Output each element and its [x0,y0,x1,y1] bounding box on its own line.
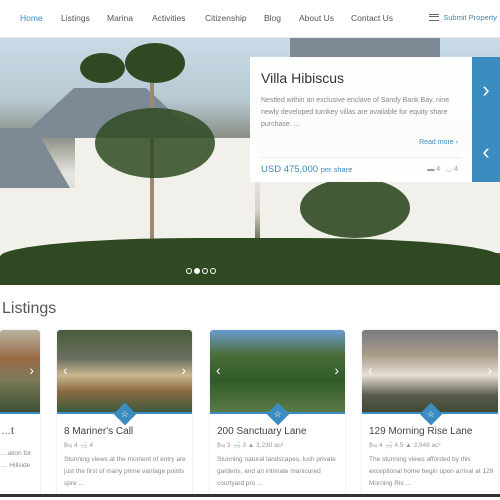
hero-roof-right [290,38,440,58]
nav-activities[interactable]: Activities [152,13,186,23]
submit-property-button[interactable]: Submit Property [429,13,497,22]
listing-title[interactable]: 200 Sanctuary Lane [217,426,307,437]
listing-specs: 🛏 3 🛁 3 ▲ 3,230 ac² [217,442,284,449]
next-image-icon[interactable]: › [487,362,492,378]
next-image-icon[interactable]: › [181,362,186,378]
listing-card[interactable]: ‹ › ☆ 8 Mariner's Call 🛏 4 🛁 4 Stunning … [57,330,192,494]
bath-icon: ◡ [446,166,453,173]
menu-icon [429,14,440,21]
submit-property-label: Submit Property [443,13,497,22]
next-image-icon[interactable]: › [334,362,339,378]
prev-image-icon[interactable]: ‹ [368,362,373,378]
top-nav: Home Listings Marina Activities Citizens… [0,0,500,38]
next-slide-button[interactable]: › [472,57,500,122]
listing-card[interactable]: › …t …ation for … Hillside [0,330,40,494]
listing-image[interactable] [0,330,40,414]
shrubs [0,238,500,285]
next-image-icon[interactable]: › [29,362,34,378]
read-more-link[interactable]: Read more › [419,139,458,146]
divider [261,157,461,158]
listing-card[interactable]: ‹ › ☆ 129 Morning Rise Lane 🛏 4 🛁 4.5 ▲ … [362,330,498,494]
listing-description: …ation for … Hillside [1,450,31,469]
bottom-bar [0,494,500,497]
nav-contact-us[interactable]: Contact Us [351,13,393,23]
nav-about-us[interactable]: About Us [299,13,334,23]
palm-tree [95,108,215,178]
palm-tree [300,178,410,238]
featured-specs: ▬ 4 ◡ 4 [427,166,458,173]
listing-specs: 🛏 4 🛁 4 [64,442,93,449]
featured-title[interactable]: Villa Hibiscus [261,70,344,86]
listing-image[interactable] [362,330,498,414]
nav-listings[interactable]: Listings [61,13,90,23]
palm-tree [80,53,125,83]
slide-indicators [186,268,216,274]
prev-image-icon[interactable]: ‹ [216,362,221,378]
listing-description: Stunning views at the moment of entry ar… [64,456,186,487]
featured-property-card: Villa Hibiscus Nestled within an exclusi… [250,57,472,182]
nav-citizenship[interactable]: Citizenship [205,13,247,23]
bed-icon: ▬ [427,166,435,173]
slide-dot[interactable] [202,268,208,274]
section-title: Listings [2,300,57,317]
listing-specs: 🛏 4 🛁 4.5 ▲ 3,948 ac² [369,442,441,449]
listing-description: Stunning natural landscapes, lush privat… [217,456,336,487]
featured-description: Nestled within an exclusive enclave of S… [261,97,450,128]
prev-slide-button[interactable]: ‹ [472,122,500,182]
nav-home[interactable]: Home [20,13,43,23]
slide-dot[interactable] [186,268,192,274]
listing-title[interactable]: 8 Mariner's Call [64,426,133,437]
palm-tree [125,43,185,83]
slide-dot[interactable] [210,268,216,274]
prev-image-icon[interactable]: ‹ [63,362,68,378]
listing-card[interactable]: ‹ › ☆ 200 Sanctuary Lane 🛏 3 🛁 3 ▲ 3,230… [210,330,345,494]
featured-price: USD 475,000 per share [261,164,353,175]
slide-dot-active[interactable] [194,268,200,274]
nav-marina[interactable]: Marina [107,13,133,23]
listing-title[interactable]: 129 Morning Rise Lane [369,426,472,437]
nav-blog[interactable]: Blog [264,13,281,23]
listing-description: The stunning views afforded by this exce… [369,456,494,487]
listing-title[interactable]: …t [1,426,14,437]
